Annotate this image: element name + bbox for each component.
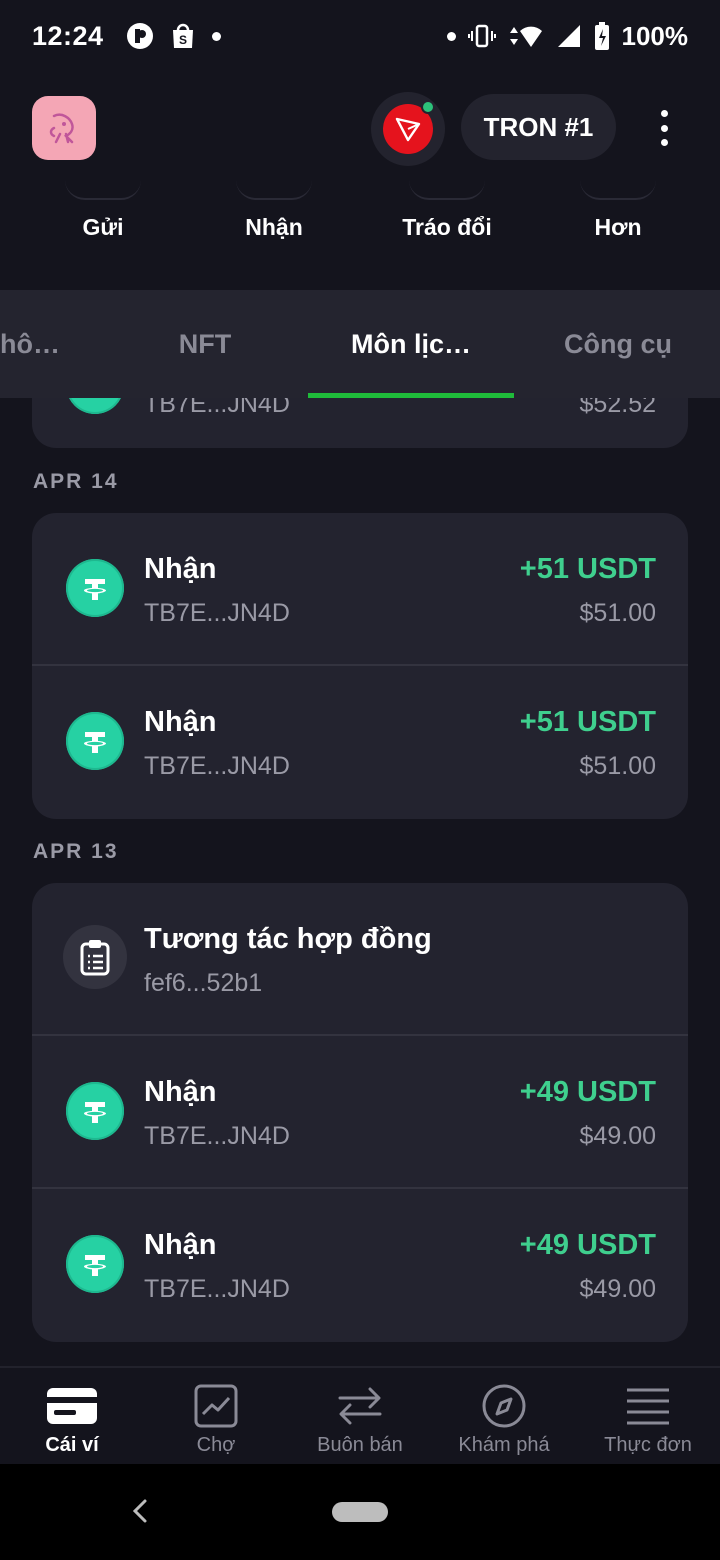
app-notification-icon (126, 23, 153, 49)
signal-icon (557, 25, 580, 47)
transaction-amount: +51 USDT (519, 706, 656, 738)
transaction-fiat-value: $51.00 (579, 752, 656, 780)
nav-trade[interactable]: Buôn bán (288, 1384, 432, 1457)
system-navigation-bar (0, 1464, 720, 1560)
tether-icon (66, 1235, 124, 1293)
transaction-address: TB7E...JN4D (144, 752, 290, 780)
transaction-row[interactable]: Nhận TB7E...JN4D +49 USDT $49.00 (32, 1189, 688, 1342)
connected-status-dot (421, 100, 435, 114)
transaction-hash: fef6...52b1 (144, 969, 263, 997)
send-action-icon (65, 180, 141, 200)
swap-action[interactable]: Tráo đổi (377, 180, 517, 241)
wallet-selector-button[interactable]: TRON #1 (461, 94, 616, 160)
transaction-type: Nhận (144, 1229, 217, 1261)
tether-icon (66, 712, 124, 770)
notification-icons: S (126, 22, 221, 50)
nav-discover-label: Khám phá (458, 1434, 550, 1456)
receive-action[interactable]: Nhận (204, 180, 344, 241)
nav-market[interactable]: Chợ (144, 1384, 288, 1457)
transaction-address: TB7E...JN4D (144, 599, 290, 627)
tether-icon (66, 559, 124, 617)
nav-discover[interactable]: Khám phá (432, 1384, 576, 1457)
nav-wallet[interactable]: Cái ví (0, 1384, 144, 1457)
receive-action-label: Nhận (245, 214, 303, 240)
transaction-amount: +49 USDT (519, 1229, 656, 1261)
more-options-icon[interactable] (648, 106, 680, 150)
transaction-type: Nhận (144, 1076, 217, 1108)
battery-icon (594, 22, 609, 50)
nav-menu-label: Thực đơn (604, 1434, 692, 1456)
nav-trade-label: Buôn bán (317, 1434, 403, 1456)
tab-history[interactable]: Môn lịc… (308, 290, 514, 398)
wallet-avatar[interactable] (32, 96, 96, 160)
squid-avatar-icon (49, 113, 74, 144)
send-action[interactable]: Gửi (33, 180, 173, 241)
market-chart-icon (190, 1384, 242, 1428)
date-header: APR 14 (33, 470, 119, 493)
swap-arrows-icon (334, 1384, 386, 1428)
nav-menu[interactable]: Thực đơn (576, 1384, 720, 1457)
tether-icon (66, 1082, 124, 1140)
wifi-data-icon (509, 26, 542, 47)
tron-logo-icon (383, 100, 435, 154)
bottom-navigation: Cái ví Chợ Buôn bán Khám phá Thực đơn (0, 1366, 720, 1464)
transaction-row[interactable]: Nhận TB7E...JN4D +51 USDT $51.00 (32, 513, 688, 666)
transaction-fiat-value: $49.00 (579, 1122, 656, 1150)
status-dot-icon (446, 31, 456, 41)
notification-dot-icon (211, 31, 221, 41)
transaction-card-partial: TB7E...JN4D $52.52 (32, 398, 688, 448)
compass-icon (478, 1384, 530, 1428)
swap-action-label: Tráo đổi (402, 214, 492, 240)
transaction-amount: +51 USDT (519, 553, 656, 585)
system-indicators: 100% (446, 20, 689, 52)
receive-action-icon (236, 180, 312, 200)
more-action-label: Hơn (594, 214, 642, 240)
transaction-type: Nhận (144, 553, 217, 585)
battery-percent: 100% (621, 20, 689, 51)
wallet-tabs: hô… NFT Môn lịc… Công cụ (0, 290, 720, 398)
more-action-icon (580, 180, 656, 200)
status-bar: 12:24 S 100% (0, 0, 720, 72)
transaction-history-list: TB7E...JN4D $52.52 APR 14 Nhận TB7E...JN… (0, 398, 720, 1366)
nav-wallet-label: Cái ví (45, 1434, 99, 1456)
network-selector-button[interactable] (371, 92, 445, 166)
transaction-address: TB7E...JN4D (144, 1275, 290, 1303)
transaction-type: Nhận (144, 706, 217, 738)
transaction-group-card: Nhận TB7E...JN4D +51 USDT $51.00 Nhận TB… (32, 513, 688, 819)
swap-action-icon (409, 180, 485, 200)
transaction-type: Tương tác hợp đồng (144, 923, 432, 955)
more-action[interactable]: Hơn (548, 180, 688, 241)
quick-actions: Gửi Nhận Tráo đổi Hơn (0, 180, 720, 290)
wallet-icon (46, 1384, 98, 1428)
date-header: APR 13 (33, 840, 119, 863)
tab-tools[interactable]: Công cụ (548, 290, 688, 398)
vibrate-icon (467, 24, 496, 48)
send-action-label: Gửi (82, 214, 124, 240)
transaction-address: TB7E...JN4D (144, 1122, 290, 1150)
svg-text:S: S (179, 33, 187, 47)
wallet-header: TRON #1 (0, 72, 720, 192)
status-time: 12:24 (32, 20, 104, 51)
transaction-fiat-value: $52.52 (579, 398, 656, 418)
transaction-amount: +49 USDT (519, 1076, 656, 1108)
transaction-fiat-value: $49.00 (579, 1275, 656, 1303)
menu-icon (622, 1384, 674, 1428)
transaction-group-card: Tương tác hợp đồng fef6...52b1 Nhận TB7E… (32, 883, 688, 1342)
tab-tokens[interactable]: hô… (0, 290, 64, 398)
transaction-address: TB7E...JN4D (144, 398, 290, 418)
shopping-bag-icon: S (172, 23, 193, 48)
back-icon[interactable] (130, 1498, 150, 1524)
tab-nft[interactable]: NFT (140, 290, 270, 398)
transaction-row[interactable]: TB7E...JN4D $52.52 (32, 398, 688, 448)
transaction-row[interactable]: Tương tác hợp đồng fef6...52b1 (32, 883, 688, 1036)
transaction-row[interactable]: Nhận TB7E...JN4D +49 USDT $49.00 (32, 1036, 688, 1189)
tether-icon (66, 398, 124, 414)
transaction-row[interactable]: Nhận TB7E...JN4D +51 USDT $51.00 (32, 666, 688, 819)
contract-icon (63, 925, 127, 989)
nav-market-label: Chợ (196, 1434, 236, 1456)
home-pill-icon[interactable] (332, 1502, 388, 1522)
transaction-fiat-value: $51.00 (579, 599, 656, 627)
